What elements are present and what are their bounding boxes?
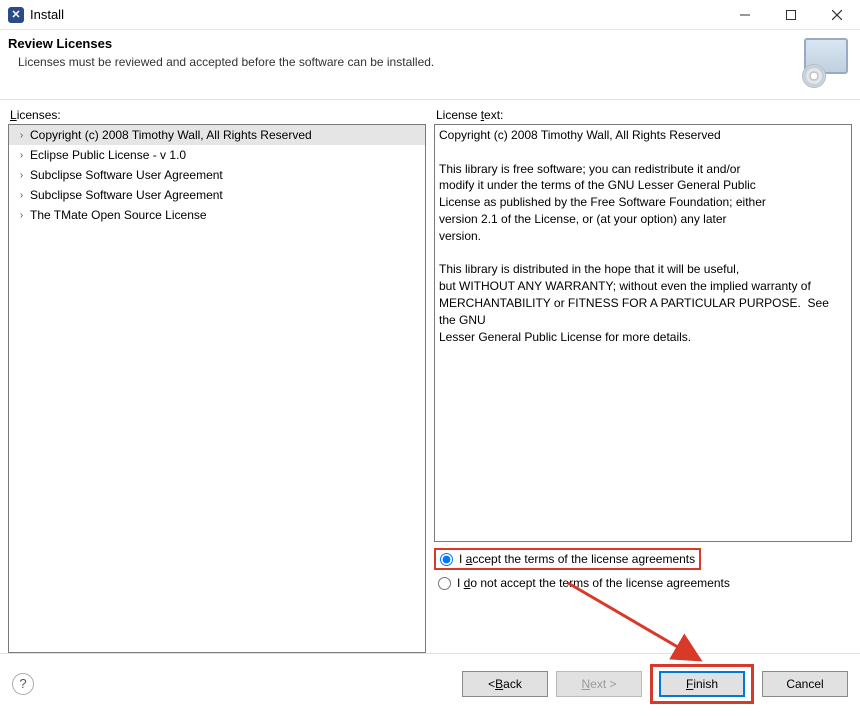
page-title: Review Licenses — [8, 36, 798, 51]
license-item[interactable]: ›Subclipse Software User Agreement — [9, 185, 425, 205]
chevron-right-icon: › — [15, 190, 28, 201]
license-item-label: Subclipse Software User Agreement — [30, 168, 223, 182]
titlebar: ✕ Install — [0, 0, 860, 30]
cancel-button[interactable]: Cancel — [762, 671, 848, 697]
minimize-button[interactable] — [722, 0, 768, 30]
finish-highlight: Finish — [650, 664, 754, 704]
accept-radio-row[interactable]: I accept the terms of the license agreem… — [434, 548, 701, 570]
page-description: Licenses must be reviewed and accepted b… — [8, 55, 798, 69]
license-text-label: License text: — [434, 108, 852, 122]
licenses-list[interactable]: ›Copyright (c) 2008 Timothy Wall, All Ri… — [8, 124, 426, 653]
license-item[interactable]: ›Subclipse Software User Agreement — [9, 165, 425, 185]
license-item-label: Copyright (c) 2008 Timothy Wall, All Rig… — [30, 128, 312, 142]
chevron-right-icon: › — [15, 130, 28, 141]
license-item-label: Subclipse Software User Agreement — [30, 188, 223, 202]
decline-radio-row[interactable]: I do not accept the terms of the license… — [434, 574, 852, 592]
license-text-area[interactable]: Copyright (c) 2008 Timothy Wall, All Rig… — [434, 124, 852, 542]
wizard-button-bar: ? < Back Next > Finish Cancel — [0, 653, 860, 713]
wizard-header: Review Licenses Licenses must be reviewe… — [0, 30, 860, 100]
license-item[interactable]: ›The TMate Open Source License — [9, 205, 425, 225]
install-icon — [798, 38, 848, 88]
decline-radio[interactable] — [438, 577, 451, 590]
accept-radio[interactable] — [440, 553, 453, 566]
license-item-label: The TMate Open Source License — [30, 208, 207, 222]
close-button[interactable] — [814, 0, 860, 30]
decline-radio-label: I do not accept the terms of the license… — [457, 576, 730, 590]
window-title: Install — [30, 7, 64, 22]
license-item[interactable]: ›Eclipse Public License - v 1.0 — [9, 145, 425, 165]
license-accept-radiogroup: I accept the terms of the license agreem… — [434, 548, 852, 592]
back-button[interactable]: < Back — [462, 671, 548, 697]
license-item-label: Eclipse Public License - v 1.0 — [30, 148, 186, 162]
app-icon: ✕ — [8, 7, 24, 23]
next-button: Next > — [556, 671, 642, 697]
accept-radio-label: I accept the terms of the license agreem… — [459, 552, 695, 566]
maximize-button[interactable] — [768, 0, 814, 30]
chevron-right-icon: › — [15, 170, 28, 181]
licenses-label: Licenses: — [8, 108, 426, 122]
chevron-right-icon: › — [15, 150, 28, 161]
license-item[interactable]: ›Copyright (c) 2008 Timothy Wall, All Ri… — [9, 125, 425, 145]
wizard-body: Licenses: ›Copyright (c) 2008 Timothy Wa… — [0, 100, 860, 653]
chevron-right-icon: › — [15, 210, 28, 221]
finish-button[interactable]: Finish — [659, 671, 745, 697]
help-button[interactable]: ? — [12, 673, 34, 695]
